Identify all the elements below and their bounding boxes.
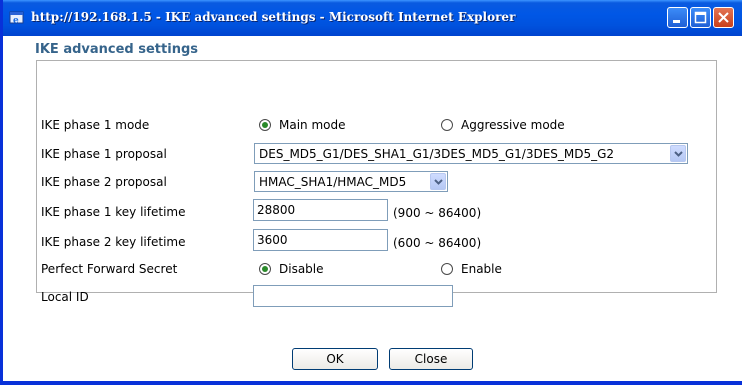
close-icon	[718, 12, 729, 23]
window-title: http://192.168.1.5 - IKE advanced settin…	[31, 10, 516, 24]
phase2-proposal-value: HMAC_SHA1/HMAC_MD5	[259, 175, 407, 189]
phase1-proposal-value: DES_MD5_G1/DES_SHA1_G1/3DES_MD5_G1/3DES_…	[259, 147, 615, 161]
local-id-label: Local ID	[41, 290, 89, 304]
window-bottom-border	[3, 381, 742, 385]
chevron-down-icon	[674, 151, 683, 157]
phase1-mode-label: IKE phase 1 mode	[41, 118, 150, 132]
aggressive-mode-label: Aggressive mode	[461, 118, 565, 132]
phase1-lifetime-label: IKE phase 1 key lifetime	[41, 205, 186, 219]
phase1-lifetime-range: (900 ~ 86400)	[393, 206, 482, 220]
phase2-lifetime-value: 3600	[257, 233, 288, 247]
maximize-icon	[694, 11, 707, 24]
ie-logo-icon: e	[9, 11, 24, 26]
main-mode-label: Main mode	[279, 118, 346, 132]
phase2-lifetime-label: IKE phase 2 key lifetime	[41, 235, 186, 249]
ie-popup-window: e http://192.168.1.5 - IKE advanced sett…	[0, 0, 742, 385]
phase1-lifetime-value: 28800	[257, 203, 296, 217]
dropdown-arrow-button[interactable]	[670, 145, 686, 162]
close-button[interactable]: Close	[389, 348, 473, 370]
pfs-enable-radio[interactable]	[441, 263, 453, 275]
section-title: IKE advanced settings	[35, 42, 198, 57]
minimize-icon	[673, 20, 680, 23]
pfs-disable-label: Disable	[279, 262, 324, 276]
ok-button[interactable]: OK	[292, 348, 378, 370]
main-mode-radio[interactable]	[259, 119, 271, 131]
pfs-label: Perfect Forward Secret	[41, 262, 178, 276]
dropdown-arrow-button[interactable]	[430, 173, 446, 190]
phase1-proposal-label: IKE phase 1 proposal	[41, 147, 167, 161]
phase2-proposal-label: IKE phase 2 proposal	[41, 175, 167, 189]
radio-selected-dot	[262, 122, 268, 128]
phase2-proposal-select[interactable]: HMAC_SHA1/HMAC_MD5	[254, 171, 448, 192]
minimize-button[interactable]	[667, 7, 688, 28]
chevron-down-icon	[434, 179, 443, 185]
local-id-input[interactable]	[253, 285, 453, 307]
pfs-enable-label: Enable	[461, 262, 502, 276]
phase1-lifetime-input[interactable]: 28800	[253, 199, 388, 221]
phase1-proposal-select[interactable]: DES_MD5_G1/DES_SHA1_G1/3DES_MD5_G1/3DES_…	[254, 143, 688, 164]
pfs-disable-radio[interactable]	[259, 263, 271, 275]
maximize-button[interactable]	[690, 7, 711, 28]
svg-text:e: e	[13, 16, 19, 26]
close-window-button[interactable]	[713, 7, 734, 28]
phase2-lifetime-input[interactable]: 3600	[253, 229, 388, 251]
title-bar[interactable]: e http://192.168.1.5 - IKE advanced sett…	[3, 0, 742, 36]
aggressive-mode-radio[interactable]	[441, 119, 453, 131]
radio-selected-dot	[262, 266, 268, 272]
phase2-lifetime-range: (600 ~ 86400)	[393, 236, 482, 250]
